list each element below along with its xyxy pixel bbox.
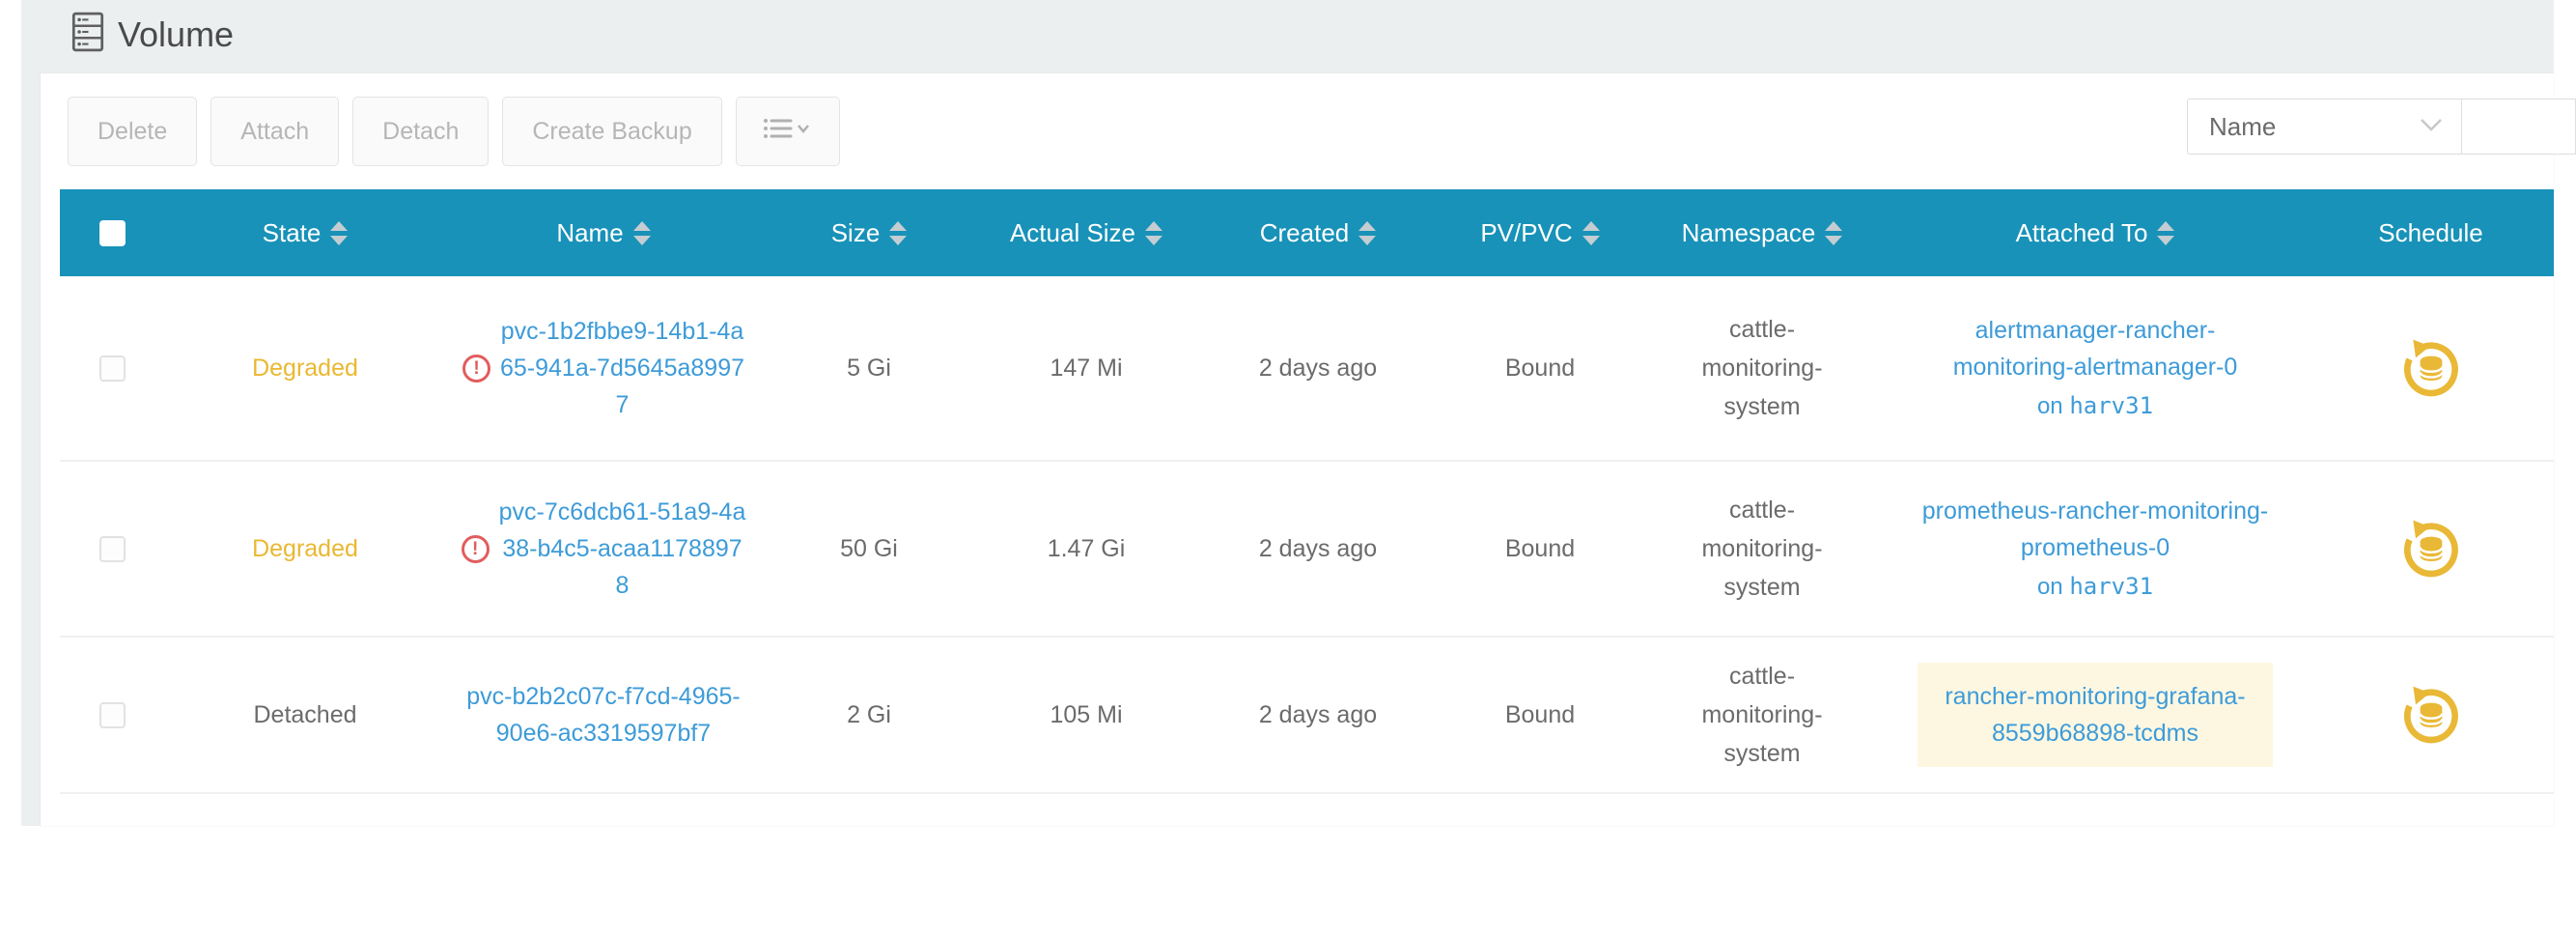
column-header-state[interactable]: State	[166, 218, 444, 248]
attached-workload-link[interactable]: alertmanager-rancher- monitoring-alertma…	[1953, 312, 2238, 385]
state-badge: Degraded	[166, 352, 444, 384]
size-cell: 5 Gi	[763, 352, 975, 384]
attached-host: on harv31	[2037, 387, 2153, 425]
detach-button[interactable]: Detach	[352, 97, 489, 166]
create-backup-button[interactable]: Create Backup	[502, 97, 721, 166]
created-cell: 2 days ago	[1197, 532, 1439, 565]
sort-icon	[330, 221, 348, 245]
namespace-cell: cattle-monitoring-system	[1641, 491, 1883, 607]
actual-size-cell: 147 Mi	[975, 352, 1197, 384]
attached-workload-link[interactable]: rancher-monitoring-grafana- 8559b68898-t…	[1945, 678, 2245, 752]
state-badge: Detached	[166, 698, 444, 731]
list-dropdown-icon	[760, 113, 816, 151]
content-panel: Delete Attach Detach Create Backup	[41, 73, 2554, 826]
row-checkbox[interactable]	[99, 536, 126, 562]
attached-to-cell: prometheus-rancher-monitoring- prometheu…	[1883, 493, 2308, 606]
actual-size-cell: 1.47 Gi	[975, 532, 1197, 565]
volume-name-cell: pvc-7c6dcb61-51a9-4a 38-b4c5-acaa1178897…	[444, 494, 763, 604]
column-header-name[interactable]: Name	[444, 218, 763, 248]
attached-to-cell: rancher-monitoring-grafana- 8559b68898-t…	[1883, 663, 2308, 767]
sort-icon	[633, 221, 651, 245]
row-checkbox[interactable]	[99, 702, 126, 728]
filter-search-input[interactable]	[2462, 99, 2576, 155]
recurring-backup-icon[interactable]	[2400, 684, 2462, 746]
created-cell: 2 days ago	[1197, 352, 1439, 384]
filter-field-selected: Name	[2209, 112, 2419, 142]
pv-pvc-cell: Bound	[1439, 698, 1641, 731]
attached-host: on harv31	[2037, 568, 2153, 606]
schedule-cell	[2308, 337, 2554, 399]
select-all-cell	[60, 220, 166, 246]
volume-cabinet-icon	[71, 12, 104, 57]
recurring-backup-icon[interactable]	[2400, 518, 2462, 580]
recurring-backup-icon[interactable]	[2400, 337, 2462, 399]
volume-table: State Name Size Actual Size Created	[60, 189, 2554, 794]
chevron-down-icon	[2419, 117, 2444, 137]
sort-icon	[1358, 221, 1376, 245]
host-name: harv31	[2069, 392, 2153, 419]
namespace-cell: cattle-monitoring-system	[1641, 657, 1883, 773]
state-badge: Degraded	[166, 532, 444, 565]
delete-button[interactable]: Delete	[68, 97, 197, 166]
volume-name-cell: pvc-1b2fbbe9-14b1-4a 65-941a-7d5645a8997…	[444, 313, 763, 423]
created-cell: 2 days ago	[1197, 698, 1439, 731]
volume-name-link[interactable]: pvc-1b2fbbe9-14b1-4a 65-941a-7d5645a8997…	[500, 313, 744, 423]
table-filter: Name	[2187, 99, 2576, 155]
schedule-cell	[2308, 518, 2554, 580]
volume-name-cell: pvc-b2b2c07c-f7cd-4965- 90e6-ac3319597bf…	[444, 678, 763, 752]
attach-button[interactable]: Attach	[210, 97, 339, 166]
table-row: Degraded pvc-7c6dcb61-51a9-4a 38-b4c5-ac…	[60, 462, 2554, 638]
namespace-cell: cattle-monitoring-system	[1641, 310, 1883, 426]
degraded-warning-icon	[462, 535, 490, 563]
attached-to-highlight: rancher-monitoring-grafana- 8559b68898-t…	[1918, 663, 2272, 767]
size-cell: 2 Gi	[763, 698, 975, 731]
column-header-pv-pvc[interactable]: PV/PVC	[1439, 218, 1641, 248]
more-actions-dropdown-button[interactable]	[736, 97, 840, 166]
degraded-warning-icon	[462, 355, 490, 383]
schedule-cell	[2308, 684, 2554, 746]
column-header-schedule: Schedule	[2308, 218, 2554, 248]
attached-to-cell: alertmanager-rancher- monitoring-alertma…	[1883, 312, 2308, 425]
column-header-actual-size[interactable]: Actual Size	[975, 218, 1197, 248]
sort-icon	[889, 221, 907, 245]
table-row: Detached pvc-b2b2c07c-f7cd-4965- 90e6-ac…	[60, 638, 2554, 794]
pv-pvc-cell: Bound	[1439, 532, 1641, 565]
size-cell: 50 Gi	[763, 532, 975, 565]
sort-icon	[1825, 221, 1842, 245]
column-header-created[interactable]: Created	[1197, 218, 1439, 248]
column-header-size[interactable]: Size	[763, 218, 975, 248]
volume-page: Volume Delete Attach Detach Create Backu…	[0, 0, 2576, 937]
row-checkbox[interactable]	[99, 355, 126, 382]
table-row: Degraded pvc-1b2fbbe9-14b1-4a 65-941a-7d…	[60, 276, 2554, 462]
page-title: Volume	[118, 14, 234, 55]
attached-workload-link[interactable]: prometheus-rancher-monitoring- prometheu…	[1922, 493, 2268, 566]
sort-icon	[1582, 221, 1600, 245]
actual-size-cell: 105 Mi	[975, 698, 1197, 731]
column-header-attached-to[interactable]: Attached To	[1883, 218, 2308, 248]
sort-icon	[2157, 221, 2174, 245]
volume-name-link[interactable]: pvc-7c6dcb61-51a9-4a 38-b4c5-acaa1178897…	[499, 494, 746, 604]
host-name: harv31	[2069, 573, 2153, 600]
table-header-row: State Name Size Actual Size Created	[60, 189, 2554, 276]
pv-pvc-cell: Bound	[1439, 352, 1641, 384]
select-all-checkbox[interactable]	[99, 220, 126, 246]
filter-field-select[interactable]: Name	[2187, 99, 2462, 155]
page-header: Volume	[71, 12, 234, 57]
sort-icon	[1145, 221, 1162, 245]
bulk-actions-toolbar: Delete Attach Detach Create Backup	[68, 97, 840, 166]
column-header-namespace[interactable]: Namespace	[1641, 218, 1883, 248]
volume-name-link[interactable]: pvc-b2b2c07c-f7cd-4965- 90e6-ac3319597bf…	[466, 678, 741, 752]
